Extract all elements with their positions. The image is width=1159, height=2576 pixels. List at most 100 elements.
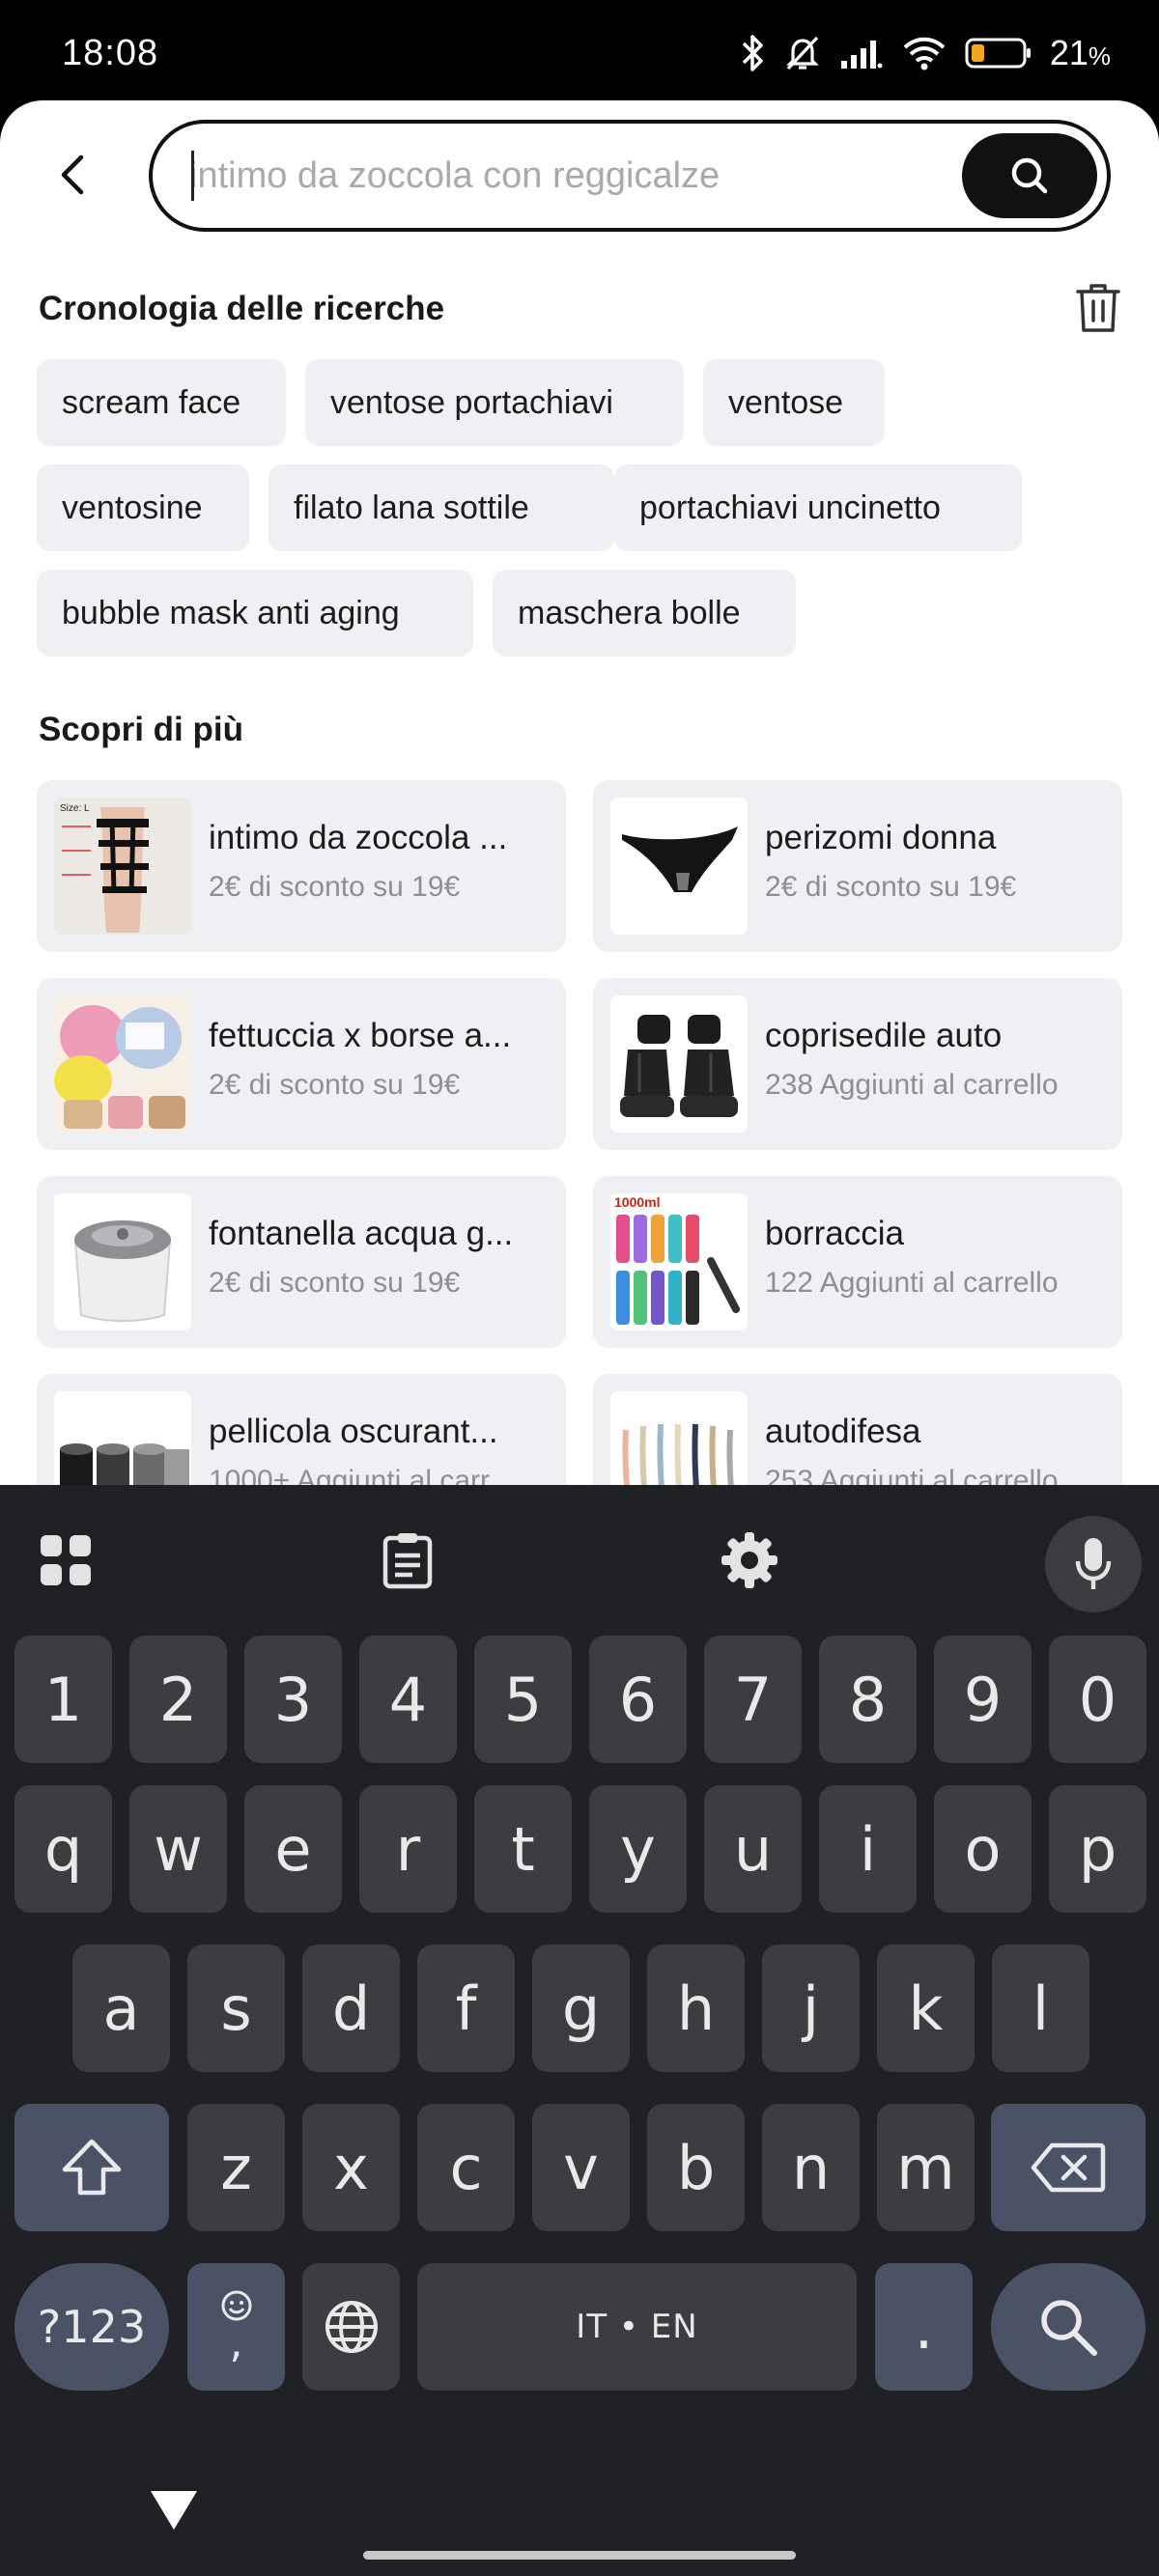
- key-t[interactable]: t: [474, 1785, 572, 1913]
- discover-card[interactable]: perizomi donna 2€ di sconto su 19€: [593, 780, 1122, 952]
- symbols-key[interactable]: ?123: [14, 2263, 169, 2391]
- key-8[interactable]: 8: [819, 1636, 917, 1763]
- discover-card[interactable]: pellicola oscurant... 1000+ Aggiunti al …: [37, 1374, 566, 1487]
- discover-card[interactable]: fettuccia x borse a... 2€ di sconto su 1…: [37, 978, 566, 1150]
- size-tag: Size: L: [60, 803, 90, 814]
- back-button[interactable]: [46, 149, 99, 201]
- card-title: fontanella acqua g...: [209, 1215, 514, 1252]
- card-subtitle: 122 Aggiunti al carrello: [765, 1267, 1059, 1299]
- keyboard-settings-button[interactable]: [711, 1522, 788, 1599]
- search-input[interactable]: [189, 141, 943, 210]
- history-chip[interactable]: maschera bolle: [493, 570, 796, 657]
- product-thumbnail: [610, 798, 748, 935]
- key-g[interactable]: g: [532, 1945, 630, 2072]
- card-subtitle: 1000+ Aggiunti al carr...: [209, 1465, 513, 1487]
- microphone-icon: [1075, 1538, 1112, 1589]
- signal-icon: [840, 41, 883, 69]
- search-screen: Cronologia delle ricerche scream face ve…: [0, 100, 1159, 1487]
- history-chip[interactable]: scream face: [37, 359, 286, 446]
- bluetooth-icon: [742, 35, 763, 71]
- key-c[interactable]: c: [417, 2104, 515, 2231]
- status-time: 18:08: [62, 33, 159, 73]
- key-7[interactable]: 7: [704, 1636, 802, 1763]
- key-u[interactable]: u: [704, 1785, 802, 1913]
- search-button[interactable]: [962, 133, 1097, 218]
- shift-key[interactable]: [14, 2104, 169, 2231]
- key-w[interactable]: w: [129, 1785, 227, 1913]
- emoji-comma-key[interactable]: ,: [187, 2263, 285, 2391]
- key-x[interactable]: x: [302, 2104, 400, 2231]
- key-b[interactable]: b: [647, 2104, 745, 2231]
- key-3[interactable]: 3: [244, 1636, 342, 1763]
- space-key[interactable]: IT • EN: [417, 2263, 857, 2391]
- card-title: coprisedile auto: [765, 1017, 1003, 1054]
- key-f[interactable]: f: [417, 1945, 515, 2072]
- card-title: borraccia: [765, 1215, 904, 1252]
- keyboard-search-key[interactable]: [991, 2263, 1145, 2391]
- history-chip[interactable]: portachiavi uncinetto: [614, 464, 1022, 551]
- discover-card[interactable]: coprisedile auto 238 Aggiunti al carrell…: [593, 978, 1122, 1150]
- discover-card[interactable]: autodifesa 253 Aggiunti al carrello: [593, 1374, 1122, 1487]
- product-thumbnail: [54, 995, 191, 1133]
- key-6[interactable]: 6: [589, 1636, 687, 1763]
- key-s[interactable]: s: [187, 1945, 285, 2072]
- card-title: intimo da zoccola ...: [209, 819, 508, 856]
- period-key[interactable]: .: [875, 2263, 973, 2391]
- key-y[interactable]: y: [589, 1785, 687, 1913]
- card-subtitle: 2€ di sconto su 19€: [765, 871, 1017, 903]
- trash-icon[interactable]: [1074, 282, 1122, 334]
- key-1[interactable]: 1: [14, 1636, 112, 1763]
- key-5[interactable]: 5: [474, 1636, 572, 1763]
- bottle-tag: 1000ml: [614, 1194, 660, 1210]
- key-o[interactable]: o: [934, 1785, 1032, 1913]
- text-caret: [191, 151, 194, 201]
- key-i[interactable]: i: [819, 1785, 917, 1913]
- key-q[interactable]: q: [14, 1785, 112, 1913]
- bell-muted-icon: [785, 36, 819, 70]
- battery-percent: 21%: [1049, 33, 1111, 72]
- status-bar: 18:08 21%: [0, 0, 1159, 106]
- keyboard: 1 2 3 4 5 6 7 8 9 0 q w e r t y u i o p …: [0, 1485, 1159, 2576]
- key-4[interactable]: 4: [359, 1636, 457, 1763]
- key-h[interactable]: h: [647, 1945, 745, 2072]
- history-chip[interactable]: ventose portachiavi: [305, 359, 684, 446]
- key-z[interactable]: z: [187, 2104, 285, 2231]
- status-icons: 21%: [741, 29, 1111, 77]
- key-2[interactable]: 2: [129, 1636, 227, 1763]
- backspace-key[interactable]: [991, 2104, 1145, 2231]
- clipboard-button[interactable]: [369, 1522, 446, 1599]
- product-thumbnail: [54, 1391, 191, 1487]
- key-a[interactable]: a: [72, 1945, 170, 2072]
- key-9[interactable]: 9: [934, 1636, 1032, 1763]
- history-chip[interactable]: ventosine: [37, 464, 249, 551]
- discover-card[interactable]: Size: L intimo da zoccola ... 2€ di scon…: [37, 780, 566, 952]
- key-p[interactable]: p: [1049, 1785, 1146, 1913]
- discover-card[interactable]: 1000ml borraccia 122 Aggiunti al carrell…: [593, 1176, 1122, 1348]
- gear-icon: [721, 1532, 777, 1588]
- key-0[interactable]: 0: [1049, 1636, 1146, 1763]
- key-m[interactable]: m: [877, 2104, 975, 2231]
- wifi-icon: [903, 37, 946, 70]
- gesture-nav-handle[interactable]: [363, 2551, 796, 2560]
- keyboard-apps-button[interactable]: [27, 1522, 104, 1599]
- key-l[interactable]: l: [992, 1945, 1089, 2072]
- card-subtitle: 2€ di sconto su 19€: [209, 1069, 461, 1101]
- discover-card[interactable]: fontanella acqua g... 2€ di sconto su 19…: [37, 1176, 566, 1348]
- key-d[interactable]: d: [302, 1945, 400, 2072]
- key-r[interactable]: r: [359, 1785, 457, 1913]
- history-chip[interactable]: filato lana sottile: [269, 464, 614, 551]
- history-chip[interactable]: bubble mask anti aging: [37, 570, 473, 657]
- key-n[interactable]: n: [762, 2104, 860, 2231]
- key-k[interactable]: k: [877, 1945, 975, 2072]
- voice-input-button[interactable]: [1045, 1516, 1142, 1612]
- hide-keyboard-icon[interactable]: [149, 2489, 199, 2532]
- key-v[interactable]: v: [532, 2104, 630, 2231]
- key-j[interactable]: j: [762, 1945, 860, 2072]
- product-thumbnail: [610, 1391, 748, 1487]
- discover-title: Scopri di più: [39, 711, 243, 748]
- language-key[interactable]: [302, 2263, 400, 2391]
- battery-icon: [965, 38, 1031, 69]
- card-title: autodifesa: [765, 1413, 921, 1450]
- key-e[interactable]: e: [244, 1785, 342, 1913]
- history-chip[interactable]: ventose: [703, 359, 885, 446]
